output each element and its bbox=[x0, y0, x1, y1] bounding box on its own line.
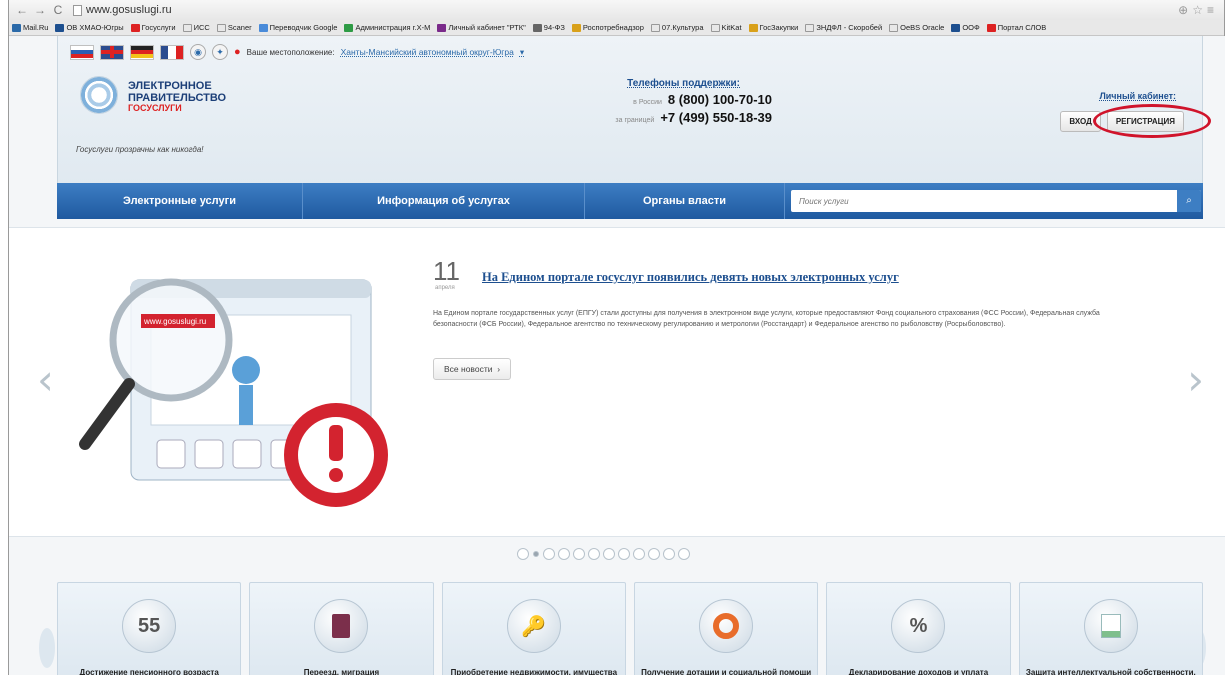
reload-icon[interactable]: C bbox=[51, 3, 65, 17]
news-date-month: апреля bbox=[435, 285, 455, 291]
slider-dot[interactable] bbox=[618, 548, 630, 560]
bookmark[interactable]: Mail.Ru bbox=[12, 23, 48, 32]
keys-icon: 🔑 bbox=[506, 599, 561, 653]
language-bar: ◉ ✦ ● Ваше местоположение: Ханты-Мансийс… bbox=[70, 44, 524, 60]
page-content: ◉ ✦ ● Ваше местоположение: Ханты-Мансийс… bbox=[9, 36, 1225, 675]
news-text: На Едином портале государственных услуг … bbox=[433, 310, 1100, 328]
bookmark[interactable]: Госуслуги bbox=[130, 23, 176, 32]
chevron-down-icon[interactable]: ▾ bbox=[520, 47, 524, 58]
passport-icon bbox=[314, 599, 369, 653]
service-tile-taxes[interactable]: % Декларирование доходов и уплата налого… bbox=[826, 582, 1011, 675]
slider-dot[interactable] bbox=[648, 548, 660, 560]
slider-next-icon[interactable]: › bbox=[1187, 355, 1204, 404]
cabinet-title: Личный кабинет: bbox=[1099, 91, 1176, 101]
news-date-day: 11 bbox=[433, 256, 460, 286]
address-bar[interactable]: www.gosuslugi.ru bbox=[73, 4, 172, 16]
register-button[interactable]: РЕГИСТРАЦИЯ bbox=[1106, 111, 1184, 132]
flag-fr-icon[interactable] bbox=[160, 44, 184, 60]
search-input[interactable] bbox=[791, 196, 1171, 206]
bookmark[interactable]: Портал СЛОВ bbox=[986, 23, 1046, 32]
page-icon bbox=[73, 4, 82, 16]
bookmark[interactable]: Scaner bbox=[216, 23, 252, 32]
service-tile-migration[interactable]: Переезд, миграция bbox=[249, 582, 434, 675]
service-tile-social-aid[interactable]: Получение дотации и социальной помощи bbox=[633, 582, 819, 675]
compass-icon[interactable]: ✦ bbox=[212, 44, 228, 60]
slider-dot[interactable] bbox=[588, 548, 600, 560]
slider-dot[interactable] bbox=[533, 551, 539, 557]
bookmark[interactable]: Личный кабинет "РТК" bbox=[437, 23, 526, 32]
popular-services: 55 Достижение пенсионного возраста Перее… bbox=[57, 582, 1203, 675]
service-tile-pension[interactable]: 55 Достижение пенсионного возраста bbox=[57, 582, 242, 675]
slider-dot[interactable] bbox=[663, 548, 675, 560]
news-title-link[interactable]: На Едином портале госуслуг появились дев… bbox=[482, 270, 899, 285]
bookmark[interactable]: ООФ bbox=[951, 23, 980, 32]
bookmark[interactable]: OeBS Oracle bbox=[889, 23, 944, 32]
flag-uk-icon[interactable] bbox=[100, 44, 124, 60]
calendar-icon: 55 bbox=[122, 599, 177, 653]
location-label: Ваше местоположение: bbox=[246, 47, 335, 57]
bookmark[interactable]: ГосЗакупки bbox=[748, 23, 798, 32]
bookmark[interactable]: ОВ ХМАО-Югры bbox=[55, 23, 124, 32]
slider-dot[interactable] bbox=[558, 548, 570, 560]
nav-services-info[interactable]: Информация об услугах bbox=[303, 183, 585, 219]
bookmark[interactable]: ЗНДФЛ - Скоробей bbox=[805, 23, 882, 32]
flag-ru-icon[interactable] bbox=[70, 44, 94, 60]
service-tile-patents[interactable]: Защита интеллектуальной собственности, п… bbox=[1018, 582, 1203, 675]
slider-dot[interactable] bbox=[633, 548, 645, 560]
support-phones: Телефоны поддержки: в России 8 (800) 100… bbox=[532, 78, 772, 125]
flag-de-icon[interactable] bbox=[130, 44, 154, 60]
lifebuoy-icon bbox=[699, 599, 754, 653]
slider-dot[interactable] bbox=[543, 548, 555, 560]
bookmark[interactable]: Роспотребнадзор bbox=[571, 23, 644, 32]
news-slider: ‹ www.gosuslugi.ru 11 апреля На Едином п… bbox=[9, 227, 1225, 537]
bookmark[interactable]: 07.Культура bbox=[650, 23, 704, 32]
slider-prev-icon[interactable]: ‹ bbox=[37, 355, 54, 404]
percent-icon: % bbox=[891, 599, 946, 653]
browser-window: ← → C www.gosuslugi.ru ⊕☆≡ Mail.Ru ОВ ХМ… bbox=[8, 0, 1225, 675]
login-button[interactable]: ВХОД bbox=[1060, 111, 1101, 132]
news-illustration: www.gosuslugi.ru bbox=[79, 278, 388, 507]
zoom-star-icons[interactable]: ⊕☆≡ bbox=[1178, 3, 1218, 17]
phone-row-abroad: за границей +7 (499) 550-18-39 bbox=[615, 110, 772, 125]
phones-title[interactable]: Телефоны поддержки: bbox=[532, 78, 740, 89]
slider-dot[interactable] bbox=[573, 548, 585, 560]
services-prev-icon[interactable] bbox=[39, 628, 55, 668]
location-pin-icon: ● bbox=[234, 46, 241, 58]
nav-authorities[interactable]: Органы власти bbox=[585, 183, 785, 219]
bookmark[interactable]: ИСС bbox=[182, 23, 210, 32]
eye-icon[interactable]: ◉ bbox=[190, 44, 206, 60]
site-logo[interactable]: ЭЛЕКТРОННОЕ ПРАВИТЕЛЬСТВО ГОСУСЛУГИ bbox=[76, 74, 286, 124]
search-icon[interactable]: ⌕ bbox=[1177, 190, 1201, 212]
nav-electronic-services[interactable]: Электронные услуги bbox=[57, 183, 303, 219]
bookmark[interactable]: 94-ФЗ bbox=[532, 23, 565, 32]
personal-cabinet: Личный кабинет: ВХОД РЕГИСТРАЦИЯ bbox=[1004, 91, 1211, 138]
logo-title: ЭЛЕКТРОННОЕ ПРАВИТЕЛЬСТВО bbox=[128, 80, 227, 104]
bookmark[interactable]: Переводчик Google bbox=[258, 23, 337, 32]
browser-toolbar: ← → C www.gosuslugi.ru ⊕☆≡ bbox=[9, 0, 1224, 20]
slider-pagination bbox=[517, 548, 690, 560]
location-selector[interactable]: Ханты-Мансийский автономный округ-Югра bbox=[341, 47, 514, 57]
service-tile-property[interactable]: 🔑 Приобретение недвижимости, имущества bbox=[441, 582, 626, 675]
certificate-icon bbox=[1083, 599, 1138, 653]
slider-dot[interactable] bbox=[517, 548, 529, 560]
illustration-url: www.gosuslugi.ru bbox=[143, 317, 206, 326]
all-news-button[interactable]: Все новости › bbox=[433, 358, 512, 380]
slider-dot[interactable] bbox=[603, 548, 615, 560]
bookmark[interactable]: KitKat bbox=[710, 23, 742, 32]
logo-emblem-icon bbox=[80, 76, 118, 114]
forward-icon[interactable]: → bbox=[33, 3, 47, 17]
phone-row-russia: в России 8 (800) 100-70-10 bbox=[633, 92, 772, 107]
url-text: www.gosuslugi.ru bbox=[86, 4, 172, 16]
logo-subtitle: ГОСУСЛУГИ bbox=[128, 103, 182, 113]
slider-dot[interactable] bbox=[678, 548, 690, 560]
bookmark[interactable]: Администрация г.Х-М bbox=[344, 23, 430, 32]
back-icon[interactable]: ← bbox=[15, 3, 29, 17]
slogan: Госуслуги прозрачны как никогда! bbox=[76, 145, 204, 154]
search-box: ⌕ bbox=[791, 190, 1201, 212]
main-nav: Электронные услуги Информация об услугах… bbox=[57, 183, 1203, 219]
bookmarks-bar: Mail.Ru ОВ ХМАО-Югры Госуслуги ИСС Scane… bbox=[9, 20, 1224, 36]
